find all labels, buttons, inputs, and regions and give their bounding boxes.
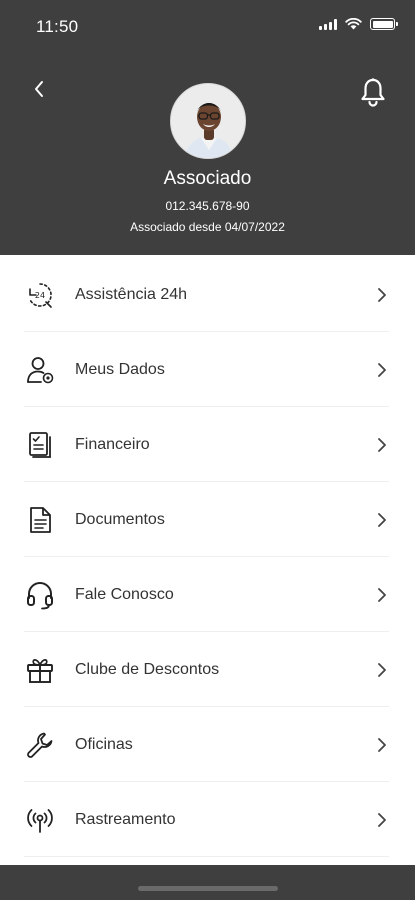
menu-item-contact[interactable]: Fale Conosco [0,557,415,632]
menu-label-tracking: Rastreamento [75,810,176,828]
bottom-bar [0,865,415,900]
chevron-right-icon [375,661,389,679]
bell-icon [361,78,385,107]
status-icons [319,18,398,30]
wifi-icon [345,18,362,30]
menu-item-workshops[interactable]: Oficinas [0,707,415,782]
home-indicator[interactable] [138,886,278,891]
menu-label-assistance: Assistência 24h [75,285,188,303]
menu-label-financial: Financeiro [75,435,150,453]
status-time: 11:50 [36,17,79,36]
chevron-right-icon [375,586,389,604]
notifications-button[interactable] [358,76,388,108]
profile-header: 11:50 Associado 012.345.678-90 Associado… [0,0,415,255]
chevron-right-icon [375,811,389,829]
chevron-left-icon [35,81,43,97]
battery-icon [370,18,398,30]
chevron-right-icon [375,511,389,529]
menu-item-my-data[interactable]: Meus Dados [0,332,415,407]
gift-icon [24,654,56,686]
menu-label-contact: Fale Conosco [75,585,174,603]
headset-icon [24,579,56,611]
menu-label-discount-club: Clube de Descontos [75,660,220,678]
chevron-right-icon [375,361,389,379]
menu-divider [24,856,389,857]
menu-item-financial[interactable]: Financeiro [0,407,415,482]
menu-item-documents[interactable]: Documentos [0,482,415,557]
wrench-icon [24,729,56,761]
menu-label-my-data: Meus Dados [75,360,165,378]
profile-name: Associado [163,168,252,189]
status-bar: 11:50 [0,0,415,52]
financial-document-icon [24,429,56,461]
svg-text:24: 24 [35,291,45,300]
chevron-right-icon [375,286,389,304]
avatar[interactable] [170,83,246,159]
member-since: Associado desde 04/07/2022 [130,220,285,234]
avatar-photo [171,84,245,158]
document-icon [24,504,56,536]
menu-item-tracking[interactable]: Rastreamento [0,782,415,857]
tracking-signal-icon [24,804,56,836]
cellular-signal-icon [319,18,337,30]
menu-item-discount-club[interactable]: Clube de Descontos [0,632,415,707]
chevron-right-icon [375,436,389,454]
user-settings-icon [24,354,56,386]
back-button[interactable] [26,76,52,102]
assistance-24h-icon: 24 [24,279,56,311]
profile-id: 012.345.678-90 [165,199,250,213]
menu-label-documents: Documentos [75,510,165,528]
chevron-right-icon [375,736,389,754]
menu-item-assistance[interactable]: 24 Assistência 24h [0,257,415,332]
menu-label-workshops: Oficinas [75,735,133,753]
menu-list: 24 Assistência 24h Meus Dados Financeiro… [0,255,415,865]
